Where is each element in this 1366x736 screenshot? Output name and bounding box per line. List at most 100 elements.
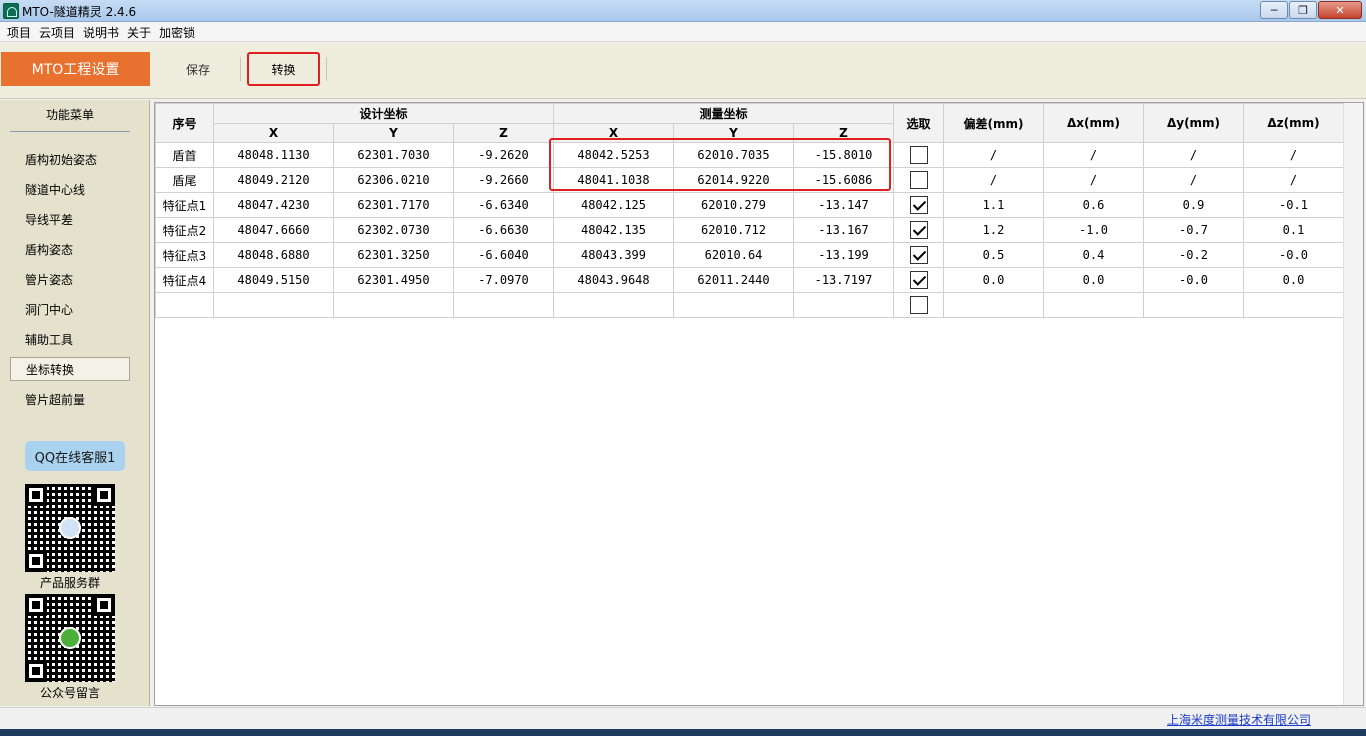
- cell-mX[interactable]: 48043.399: [553, 242, 674, 268]
- cell-ddz[interactable]: /: [1243, 167, 1344, 193]
- company-link[interactable]: 上海米度测量技术有限公司: [1167, 711, 1311, 728]
- cell-ddx[interactable]: -1.0: [1043, 217, 1144, 243]
- cell-dev[interactable]: /: [943, 167, 1044, 193]
- cell-mZ[interactable]: -13.167: [793, 217, 894, 243]
- cell-dY[interactable]: [333, 292, 454, 318]
- cell-dZ[interactable]: -7.0970: [453, 267, 554, 293]
- sidebar-item-segment-attitude[interactable]: 管片姿态: [10, 267, 130, 291]
- cell-dZ[interactable]: -9.2660: [453, 167, 554, 193]
- cell-mY[interactable]: 62010.712: [673, 217, 794, 243]
- cell-dX[interactable]: 48047.6660: [213, 217, 334, 243]
- qq-support-button[interactable]: QQ在线客服1: [25, 441, 125, 471]
- select-checkbox[interactable]: [909, 296, 928, 314]
- sidebar-item-tunnel-centerline[interactable]: 隧道中心线: [10, 177, 130, 201]
- cell-dZ[interactable]: -6.6630: [453, 217, 554, 243]
- cell-dZ[interactable]: -9.2620: [453, 142, 554, 168]
- cell-dY[interactable]: 62306.0210: [333, 167, 454, 193]
- cell-ddx[interactable]: 0.6: [1043, 192, 1144, 218]
- cell-dY[interactable]: 62302.0730: [333, 217, 454, 243]
- cell-name[interactable]: 特征点3: [155, 242, 214, 268]
- cell-name[interactable]: 盾首: [155, 142, 214, 168]
- cell-ddx[interactable]: [1043, 292, 1144, 318]
- cell-mY[interactable]: [673, 292, 794, 318]
- cell-ddz[interactable]: [1243, 292, 1344, 318]
- cell-mX[interactable]: 48041.1038: [553, 167, 674, 193]
- vertical-scrollbar[interactable]: [1343, 103, 1363, 705]
- cell-mY[interactable]: 62010.279: [673, 192, 794, 218]
- menu-item-cloud-project[interactable]: 云项目: [38, 22, 82, 41]
- cell-dY[interactable]: 62301.4950: [333, 267, 454, 293]
- select-checkbox[interactable]: [909, 171, 928, 189]
- menu-item-dongle[interactable]: 加密锁: [158, 22, 202, 41]
- cell-mY[interactable]: 62010.7035: [673, 142, 794, 168]
- cell-ddx[interactable]: /: [1043, 142, 1144, 168]
- cell-ddz[interactable]: -0.0: [1243, 242, 1344, 268]
- cell-ddz[interactable]: -0.1: [1243, 192, 1344, 218]
- mto-project-settings-button[interactable]: MTO工程设置: [1, 52, 150, 86]
- select-checkbox[interactable]: [909, 271, 928, 289]
- cell-dX[interactable]: 48048.6880: [213, 242, 334, 268]
- cell-ddy[interactable]: 0.9: [1143, 192, 1244, 218]
- cell-dX[interactable]: 48048.1130: [213, 142, 334, 168]
- cell-name[interactable]: 特征点1: [155, 192, 214, 218]
- menu-item-about[interactable]: 关于: [126, 22, 158, 41]
- cell-mX[interactable]: 48043.9648: [553, 267, 674, 293]
- cell-dX[interactable]: 48049.2120: [213, 167, 334, 193]
- cell-dY[interactable]: 62301.3250: [333, 242, 454, 268]
- cell-dX[interactable]: 48047.4230: [213, 192, 334, 218]
- cell-dev[interactable]: 0.5: [943, 242, 1044, 268]
- close-icon[interactable]: ✕: [1318, 1, 1362, 19]
- sidebar-item-traverse-adjustment[interactable]: 导线平差: [10, 207, 130, 231]
- cell-dZ[interactable]: -6.6340: [453, 192, 554, 218]
- sidebar-item-shield-attitude[interactable]: 盾构姿态: [10, 237, 130, 261]
- cell-dev[interactable]: 1.1: [943, 192, 1044, 218]
- sidebar-item-portal-center[interactable]: 洞门中心: [10, 297, 130, 321]
- cell-dev[interactable]: 1.2: [943, 217, 1044, 243]
- save-button[interactable]: 保存: [170, 52, 226, 86]
- select-checkbox[interactable]: [909, 146, 928, 164]
- maximize-icon[interactable]: ❐: [1289, 1, 1317, 19]
- cell-dY[interactable]: 62301.7030: [333, 142, 454, 168]
- cell-ddy[interactable]: [1143, 292, 1244, 318]
- sidebar-item-shield-initial-attitude[interactable]: 盾构初始姿态: [10, 147, 130, 171]
- minimize-icon[interactable]: ─: [1260, 1, 1288, 19]
- cell-ddz[interactable]: 0.0: [1243, 267, 1344, 293]
- cell-dZ[interactable]: [453, 292, 554, 318]
- cell-ddz[interactable]: 0.1: [1243, 217, 1344, 243]
- select-checkbox[interactable]: [909, 196, 928, 214]
- cell-ddy[interactable]: -0.0: [1143, 267, 1244, 293]
- cell-mZ[interactable]: [793, 292, 894, 318]
- cell-dZ[interactable]: -6.6040: [453, 242, 554, 268]
- cell-mZ[interactable]: -15.6086: [793, 167, 894, 193]
- cell-mY[interactable]: 62011.2440: [673, 267, 794, 293]
- cell-mZ[interactable]: -13.147: [793, 192, 894, 218]
- cell-ddy[interactable]: -0.7: [1143, 217, 1244, 243]
- menu-item-project[interactable]: 项目: [6, 22, 38, 41]
- convert-button[interactable]: 转换: [247, 52, 320, 86]
- cell-ddx[interactable]: 0.4: [1043, 242, 1144, 268]
- cell-name[interactable]: 特征点2: [155, 217, 214, 243]
- cell-ddy[interactable]: /: [1143, 142, 1244, 168]
- select-checkbox[interactable]: [909, 221, 928, 239]
- cell-dX[interactable]: [213, 292, 334, 318]
- cell-mX[interactable]: [553, 292, 674, 318]
- cell-mZ[interactable]: -13.199: [793, 242, 894, 268]
- sidebar-item-coordinate-transform[interactable]: 坐标转换: [10, 357, 130, 381]
- cell-name[interactable]: 特征点4: [155, 267, 214, 293]
- cell-dY[interactable]: 62301.7170: [333, 192, 454, 218]
- cell-name[interactable]: [155, 292, 214, 318]
- cell-dev[interactable]: 0.0: [943, 267, 1044, 293]
- cell-ddy[interactable]: -0.2: [1143, 242, 1244, 268]
- cell-mX[interactable]: 48042.135: [553, 217, 674, 243]
- sidebar-item-segment-advance[interactable]: 管片超前量: [10, 387, 130, 411]
- cell-mY[interactable]: 62014.9220: [673, 167, 794, 193]
- cell-mX[interactable]: 48042.5253: [553, 142, 674, 168]
- cell-name[interactable]: 盾尾: [155, 167, 214, 193]
- cell-dev[interactable]: [943, 292, 1044, 318]
- cell-dev[interactable]: /: [943, 142, 1044, 168]
- sidebar-item-aux-tools[interactable]: 辅助工具: [10, 327, 130, 351]
- cell-dX[interactable]: 48049.5150: [213, 267, 334, 293]
- cell-mY[interactable]: 62010.64: [673, 242, 794, 268]
- cell-ddx[interactable]: 0.0: [1043, 267, 1144, 293]
- select-checkbox[interactable]: [909, 246, 928, 264]
